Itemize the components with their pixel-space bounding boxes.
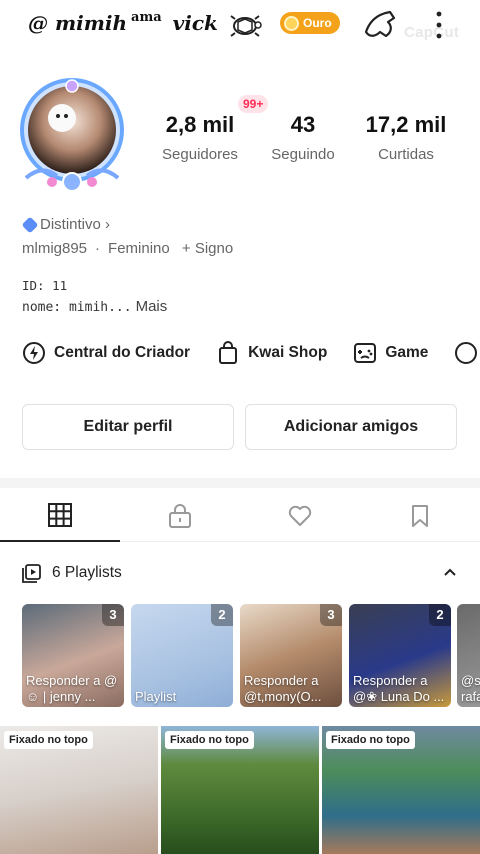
username: @ mimih ama vick [28, 10, 218, 35]
video-thumbnail[interactable]: Fixado no topo [0, 726, 158, 854]
playlist-icon [22, 564, 41, 583]
shortcut-creator-center[interactable]: Central do Criador [22, 340, 190, 366]
distintivo-link[interactable]: Distintivo › [21, 216, 111, 233]
username-at: @ [28, 11, 48, 35]
shortcut-kwai-shop[interactable]: Kwai Shop [216, 340, 327, 366]
tab-private[interactable] [120, 490, 240, 542]
video-thumbnail[interactable]: Fixado no topo [322, 726, 480, 854]
shortcut-label: Central do Criador [54, 344, 191, 361]
stat-label: Curtidas [378, 146, 434, 163]
user-handle: mlmig895 [22, 240, 88, 257]
turtle-icon [230, 15, 262, 37]
tab-videos[interactable] [0, 490, 120, 542]
playlist-count: 3 [320, 604, 342, 626]
stat-label: Seguindo [271, 146, 335, 163]
playlist-caption: Playlist [135, 689, 177, 704]
level-badge[interactable]: Ouro [280, 12, 340, 34]
pinned-label: Fixado no topo [165, 731, 254, 749]
lightning-icon [23, 342, 45, 364]
playlists-title: 6 Playlists [52, 564, 122, 581]
tab-saved[interactable] [360, 490, 480, 542]
playlist-card[interactable]: 3 Responder a @☺ | jenny ... [22, 604, 124, 707]
gamepad-icon [354, 343, 377, 363]
pinned-label: Fixado no topo [4, 731, 93, 749]
content-tabs [0, 490, 480, 542]
shortcut-row: Central do Criador Kwai Shop Game [22, 340, 478, 366]
video-thumbnail[interactable]: Fixado no topo [161, 726, 319, 854]
lock-icon [169, 504, 191, 528]
stat-value: 43 [290, 112, 316, 137]
gender: Feminino [108, 240, 170, 257]
playlist-card[interactable]: 2 Responder a @❀ Luna Do ... [349, 604, 451, 707]
stat-label: Seguidores [162, 146, 238, 163]
grid-icon [48, 503, 72, 527]
playlist-card[interactable]: 3 Responder a @t,mony(O... [240, 604, 342, 707]
separator: · [95, 240, 101, 257]
bio-id-line: ID: 11 [22, 278, 68, 293]
stat-following[interactable]: 43 Seguindo [262, 112, 344, 163]
playlist-caption: @s rafa [461, 673, 480, 704]
add-sign-link[interactable]: + Signo [182, 240, 233, 257]
section-divider [0, 478, 480, 488]
bio-name-line: nome: mimih... Mais [22, 298, 167, 315]
avatar[interactable] [12, 78, 134, 198]
coin-icon [284, 15, 299, 31]
playlist-caption: Responder a @t,mony(O... [244, 673, 322, 704]
bio-more-link[interactable]: Mais [136, 298, 168, 315]
playlists-header[interactable]: 6 Playlists [22, 560, 462, 586]
playlist-count: 2 [211, 604, 233, 626]
playlist-card[interactable]: @s rafa [457, 604, 480, 707]
stat-value: 17,2 mil [365, 112, 447, 137]
chat-icon [455, 342, 478, 364]
shortcut-label: Kwai Shop [248, 344, 328, 361]
playlist-card[interactable]: 2 Playlist [131, 604, 233, 707]
shortcut-more[interactable] [454, 340, 478, 366]
playlist-count: 3 [102, 604, 124, 626]
tab-liked[interactable] [240, 490, 360, 542]
distintivo-label: Distintivo › [40, 216, 111, 233]
badge-icon [21, 216, 39, 233]
playlist-caption: Responder a @☺ | jenny ... [26, 673, 118, 704]
shortcut-label: Game [385, 344, 429, 361]
bio-name-text: nome: mimih... [22, 300, 132, 315]
username-part2: vick [172, 11, 218, 35]
heart-icon [288, 505, 312, 526]
playlist-caption: Responder a @❀ Luna Do ... [353, 673, 445, 704]
pinned-label: Fixado no topo [326, 731, 415, 749]
level-badge-label: Ouro [303, 16, 332, 30]
add-friends-button[interactable]: Adicionar amigos [245, 404, 457, 450]
stat-followers[interactable]: 2,8 mil Seguidores [152, 112, 248, 163]
stat-likes[interactable]: 17,2 mil Curtidas [356, 112, 456, 163]
stat-value: 2,8 mil [165, 112, 235, 137]
notification-badge: 99+ [238, 95, 269, 113]
shortcut-game[interactable]: Game [353, 340, 428, 366]
chevron-up-icon[interactable] [442, 564, 458, 580]
username-sup: ama [131, 10, 162, 25]
bookmark-icon [412, 505, 428, 527]
shopping-bag-icon [219, 341, 238, 364]
profile-meta: mlmig895 · Feminino + Signo [22, 240, 241, 257]
more-options-icon[interactable] [432, 10, 446, 40]
top-bar: @ mimih ama vick Ouro CapCut [0, 0, 480, 50]
edit-profile-button[interactable]: Editar perfil [22, 404, 234, 450]
username-part1: mimih [54, 11, 128, 35]
playlist-count: 2 [429, 604, 451, 626]
